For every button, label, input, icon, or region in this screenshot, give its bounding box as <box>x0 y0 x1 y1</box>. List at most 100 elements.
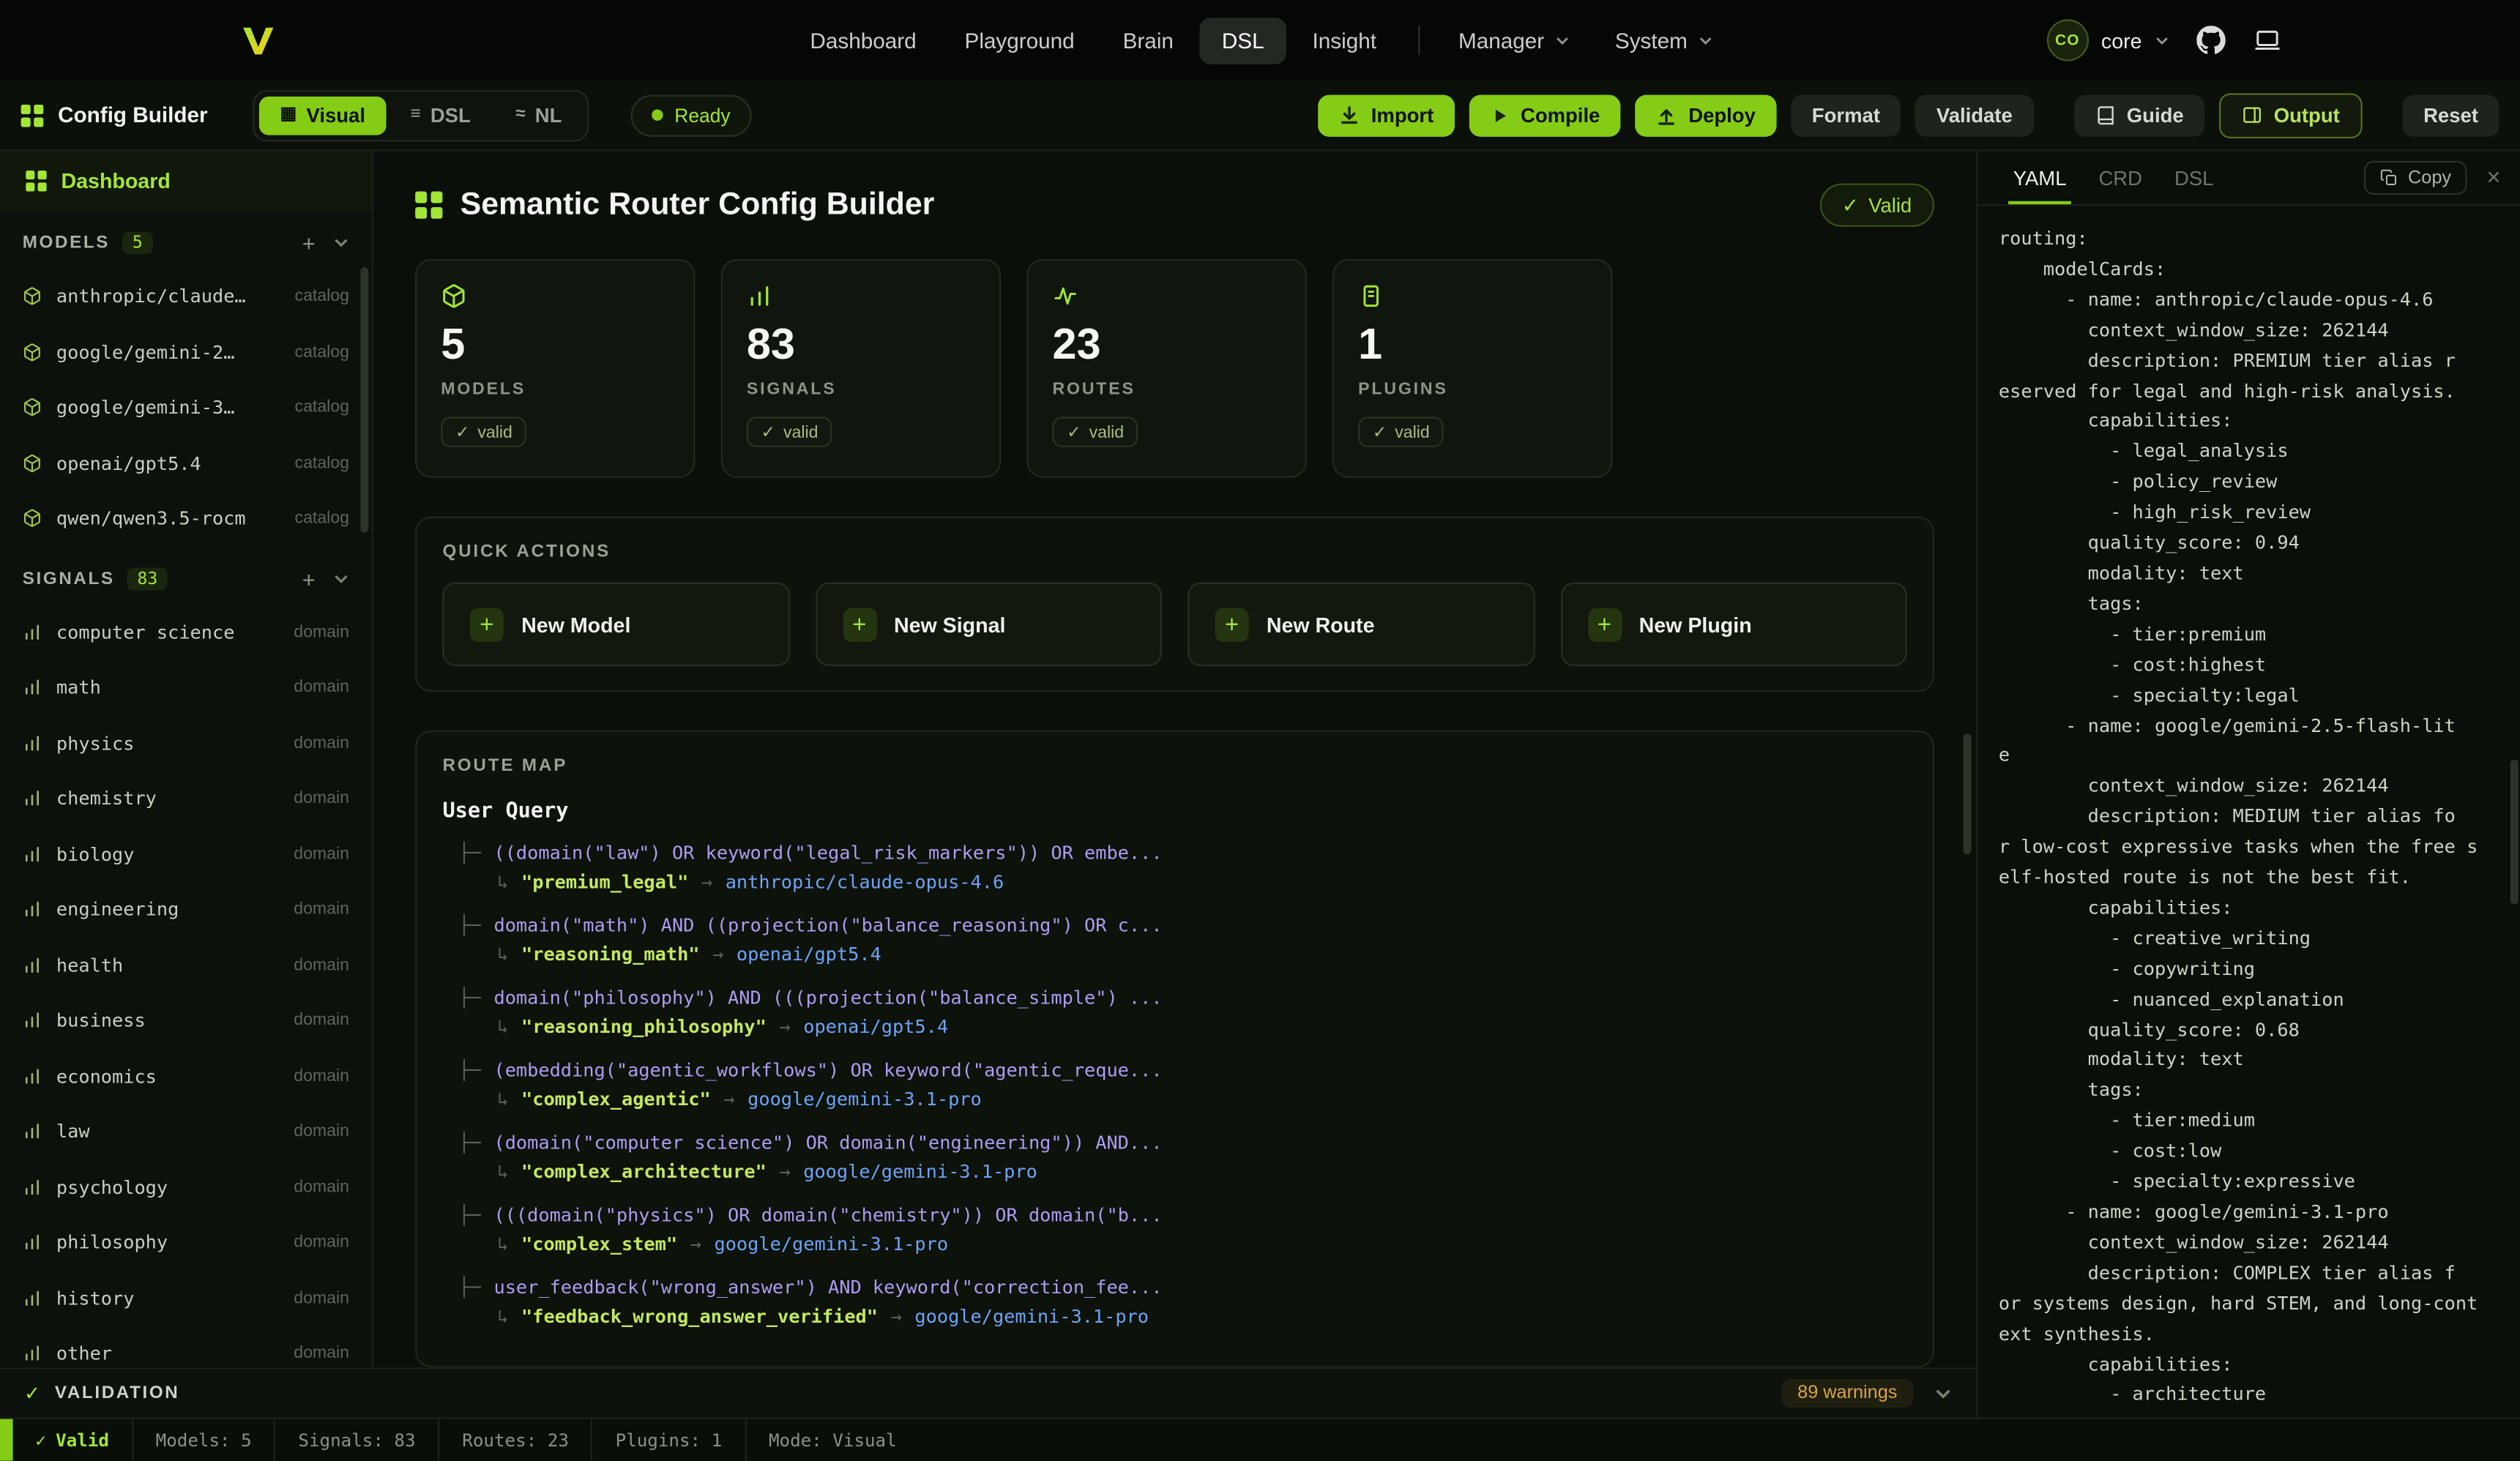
route-name: "reasoning_math" <box>521 943 699 965</box>
sidebar-scrollbar[interactable] <box>360 267 368 533</box>
avatar: CO <box>2046 19 2088 61</box>
signal-list-item[interactable]: chemistry domain <box>0 771 372 826</box>
item-tag: domain <box>294 678 349 697</box>
signal-list-item[interactable]: physics domain <box>0 715 372 771</box>
signal-list-item[interactable]: philosophy domain <box>0 1214 372 1270</box>
yaml-scrollbar[interactable] <box>2510 759 2519 904</box>
signal-list-item[interactable]: business domain <box>0 993 372 1048</box>
app-logo[interactable] <box>238 20 278 60</box>
signal-list-item[interactable]: economics domain <box>0 1048 372 1104</box>
device-icon[interactable] <box>2253 26 2282 55</box>
nav-item[interactable]: DSL <box>1199 17 1286 64</box>
reset-button[interactable]: Reset <box>2403 94 2500 136</box>
model-list-item[interactable]: anthropic/claude… catalog <box>0 269 372 324</box>
status-bar: ✓ Valid Models: 5Signals: 83Routes: 23Pl… <box>0 1417 2520 1460</box>
item-tag: domain <box>294 1288 349 1307</box>
signal-list-item[interactable]: law domain <box>0 1104 372 1159</box>
add-signal-button[interactable]: + <box>302 567 316 590</box>
status-item: Signals: 83 <box>274 1419 438 1461</box>
route-target-model: google/gemini-3.1-pro <box>748 1088 982 1110</box>
quick-action-button[interactable]: + New Route <box>1188 583 1535 666</box>
yaml-code-view[interactable]: routing: modelCards: - name: anthropic/c… <box>1977 206 2520 1417</box>
nav-item[interactable]: Dashboard <box>788 17 939 64</box>
tree-leaf-icon: ↳ <box>497 1233 508 1255</box>
deploy-button[interactable]: Deploy <box>1636 94 1777 136</box>
status-item: Mode: Visual <box>745 1419 919 1461</box>
nav-menu[interactable]: Manager <box>1439 17 1589 64</box>
signal-list-item[interactable]: engineering domain <box>0 882 372 938</box>
output-button[interactable]: Output <box>2219 92 2363 138</box>
quick-action-button[interactable]: + New Model <box>442 583 789 666</box>
compile-button[interactable]: Compile <box>1469 94 1621 136</box>
guide-button[interactable]: Guide <box>2073 94 2204 136</box>
signal-list-item[interactable]: computer science domain <box>0 604 372 659</box>
bar-chart-icon <box>23 733 42 752</box>
model-list-item[interactable]: qwen/qwen3.5-rocm catalog <box>0 490 372 546</box>
mode-toggle-button[interactable]: ≡ DSL <box>389 96 491 135</box>
route-name: "complex_agentic" <box>521 1088 711 1110</box>
github-icon[interactable] <box>2196 26 2226 55</box>
quick-actions-panel: QUICK ACTIONS + New Model + New Signal <box>415 517 1934 692</box>
route-entry[interactable]: ├─ (embedding("agentic_workflows") OR ke… <box>442 1058 1906 1110</box>
route-entry[interactable]: ├─ (domain("computer science") OR domain… <box>442 1131 1906 1182</box>
validate-button[interactable]: Validate <box>1915 94 2033 136</box>
user-menu[interactable]: CO core <box>2046 19 2169 61</box>
route-entry[interactable]: ├─ domain("math") AND ((projection("bala… <box>442 913 1906 965</box>
copy-button[interactable]: Copy <box>2365 161 2467 195</box>
close-icon[interactable]: × <box>2486 165 2500 190</box>
signal-list-item[interactable]: history domain <box>0 1270 372 1326</box>
tree-branch-icon: ├─ <box>458 1131 480 1154</box>
stat-label: ROUTES <box>1052 380 1135 399</box>
code-line: - specialty:expressive <box>1999 1167 2520 1197</box>
route-entry[interactable]: ├─ domain("philosophy") AND (((projectio… <box>442 986 1906 1037</box>
route-entry[interactable]: ├─ ((domain("law") OR keyword("legal_ris… <box>442 842 1906 893</box>
quick-action-button[interactable]: + New Signal <box>815 583 1162 666</box>
sidebar-item-dashboard[interactable]: Dashboard <box>0 152 372 211</box>
bar-chart-icon <box>23 900 42 919</box>
route-condition: (embedding("agentic_workflows") OR keywo… <box>493 1058 1162 1081</box>
signal-list-item[interactable]: health domain <box>0 937 372 993</box>
route-condition: user_feedback("wrong_answer") AND keywor… <box>493 1276 1162 1299</box>
nav-item[interactable]: Insight <box>1290 17 1399 64</box>
route-entry[interactable]: ├─ user_feedback("wrong_answer") AND key… <box>442 1276 1906 1327</box>
quick-action-button[interactable]: + New Plugin <box>1560 583 1907 666</box>
mode-toggle-button[interactable]: ▦ Visual <box>259 96 387 135</box>
code-line: description: COMPLEX tier alias f <box>1999 1258 2520 1288</box>
code-line: tags: <box>1999 588 2520 619</box>
nav-item[interactable]: Playground <box>942 17 1097 64</box>
main-scrollbar[interactable] <box>1964 733 1972 854</box>
code-line: eserved for legal and high-risk analysis… <box>1999 375 2520 406</box>
validation-bar[interactable]: ✓ VALIDATION 89 warnings <box>0 1367 1976 1417</box>
signal-list-item[interactable]: math domain <box>0 659 372 715</box>
add-model-button[interactable]: + <box>302 232 316 255</box>
item-tag: domain <box>294 900 349 919</box>
nav-item[interactable]: Brain <box>1100 17 1196 64</box>
bar-chart-icon <box>23 1122 42 1141</box>
mode-toggle-button[interactable]: ≈ NL <box>495 96 583 135</box>
code-line: - creative_writing <box>1999 923 2520 954</box>
model-list-item[interactable]: google/gemini-3… catalog <box>0 380 372 436</box>
check-icon: ✓ <box>1067 422 1081 441</box>
output-tab[interactable]: DSL <box>2158 152 2229 205</box>
signal-list-item[interactable]: other domain <box>0 1326 372 1367</box>
item-tag: domain <box>294 1066 349 1086</box>
import-button[interactable]: Import <box>1318 94 1455 136</box>
nav-menu[interactable]: System <box>1596 17 1733 64</box>
model-list-item[interactable]: openai/gpt5.4 catalog <box>0 436 372 491</box>
tree-branch-icon: ├─ <box>458 1276 480 1299</box>
package-icon <box>23 287 42 306</box>
route-entry[interactable]: ├─ (((domain("physics") OR domain("chemi… <box>442 1203 1906 1255</box>
bar-chart-icon <box>23 1233 42 1252</box>
collapse-models-icon[interactable] <box>333 235 349 251</box>
collapse-signals-icon[interactable] <box>333 570 349 586</box>
signal-list-item[interactable]: biology domain <box>0 826 372 882</box>
chevron-down-icon[interactable] <box>1934 1384 1952 1402</box>
output-tab[interactable]: YAML <box>1997 152 2083 205</box>
models-count-badge: 5 <box>123 232 152 255</box>
output-tab[interactable]: CRD <box>2082 152 2158 205</box>
model-list-item[interactable]: google/gemini-2… catalog <box>0 324 372 380</box>
format-button[interactable]: Format <box>1791 94 1901 136</box>
signal-list-item[interactable]: psychology domain <box>0 1159 372 1215</box>
route-target-model: openai/gpt5.4 <box>737 943 881 965</box>
code-line: context_window_size: 262144 <box>1999 771 2520 802</box>
